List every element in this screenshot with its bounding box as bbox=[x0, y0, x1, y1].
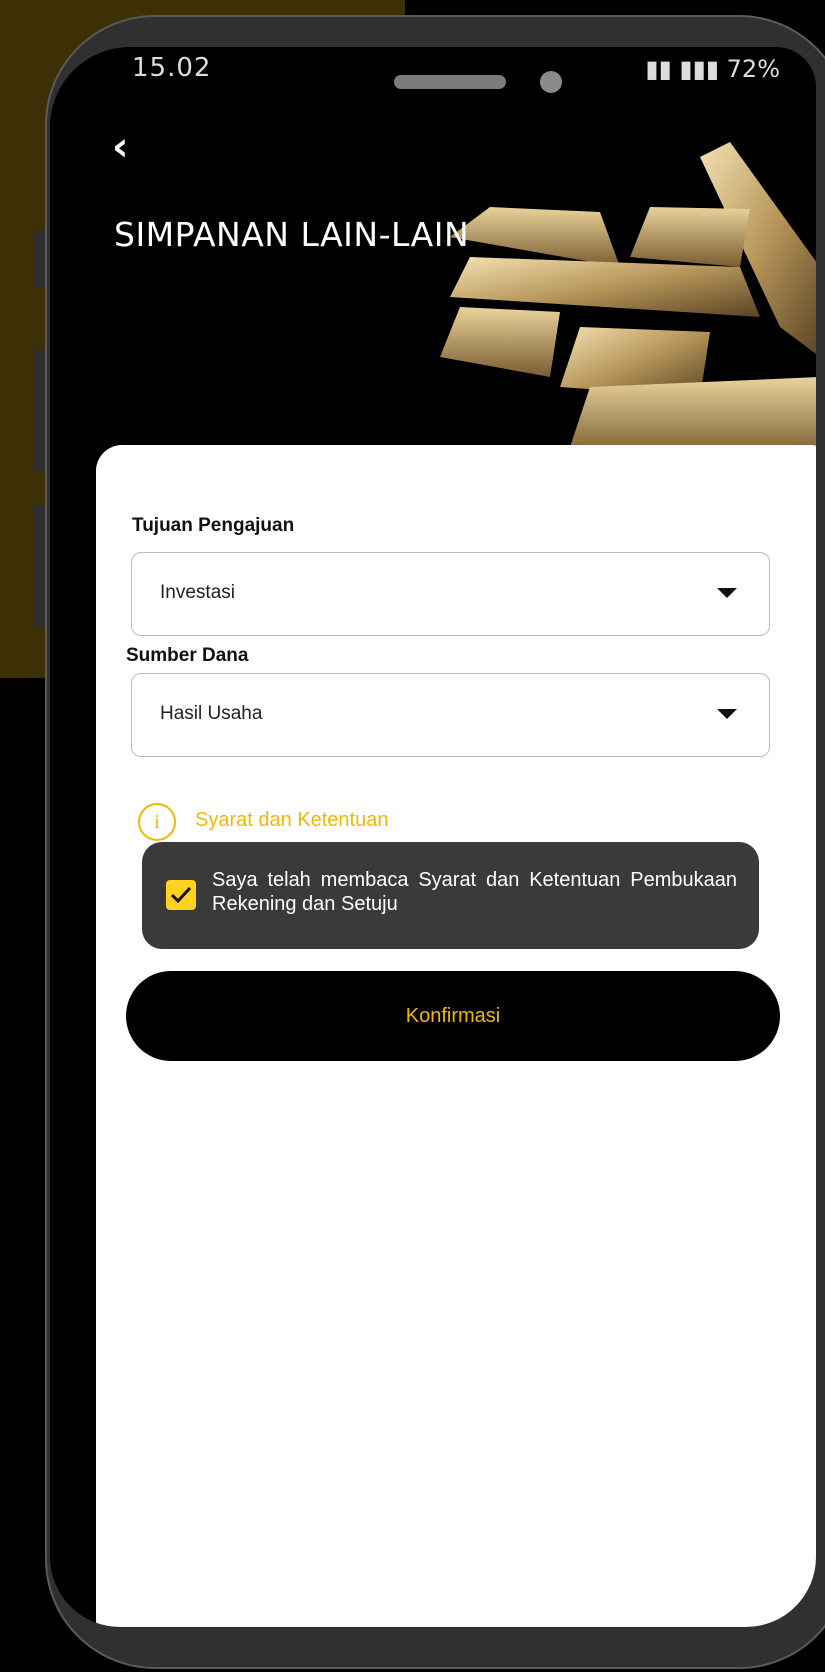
speaker-grille bbox=[394, 75, 506, 89]
confirm-button[interactable]: Konfirmasi bbox=[126, 971, 780, 1061]
signal-icon: ▮▮ ▮▮▮ bbox=[645, 55, 727, 83]
confirm-button-label: Konfirmasi bbox=[405, 1005, 501, 1027]
status-time: 15.02 bbox=[132, 53, 212, 83]
info-icon: i bbox=[138, 803, 176, 841]
fund-source-label: Sumber Dana bbox=[126, 645, 249, 666]
purpose-value: Investasi bbox=[160, 582, 235, 603]
caret-down-icon bbox=[717, 709, 737, 719]
purpose-label: Tujuan Pengajuan bbox=[132, 515, 295, 536]
caret-down-icon bbox=[717, 588, 737, 598]
front-camera bbox=[540, 71, 562, 93]
agreement-text: Saya telah membaca Syarat dan Ketentuan … bbox=[212, 869, 737, 915]
purpose-select[interactable]: Investasi bbox=[131, 552, 770, 636]
terms-link[interactable]: Syarat dan Ketentuan bbox=[195, 809, 388, 832]
chevron-left-icon[interactable]: ‹ bbox=[112, 127, 152, 167]
page-title: SIMPANAN LAIN-LAIN bbox=[114, 215, 470, 254]
agreement-panel: Saya telah membaca Syarat dan Ketentuan … bbox=[142, 842, 759, 949]
agree-checkbox[interactable] bbox=[166, 880, 196, 910]
gold-bars-image bbox=[440, 142, 816, 457]
status-battery: ▮▮ ▮▮▮ 72% bbox=[645, 55, 780, 83]
phone-screen: 15.02 ▮▮ ▮▮▮ 72% ‹ SIMPANAN LAIN-LAIN Tu… bbox=[50, 47, 816, 1627]
fund-source-value: Hasil Usaha bbox=[160, 703, 263, 724]
fund-source-select[interactable]: Hasil Usaha bbox=[131, 673, 770, 757]
check-icon bbox=[170, 886, 192, 904]
